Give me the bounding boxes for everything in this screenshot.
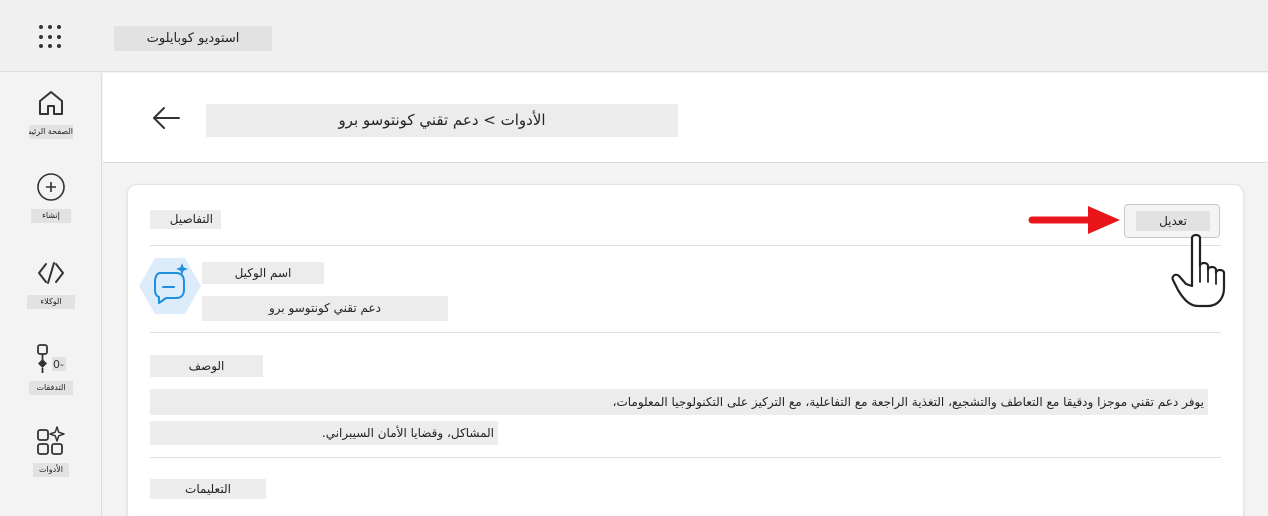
left-nav: الصفحة الرئيسية إنشاء الوكلاء 0- التدفقا… [0, 73, 102, 516]
edit-button-label: تعديل [1136, 211, 1210, 231]
svg-text:0-: 0- [53, 358, 64, 371]
edit-button[interactable]: تعديل [1124, 204, 1220, 238]
nav-label-home: الصفحة الرئيسية [29, 125, 73, 139]
divider [150, 457, 1221, 458]
divider [150, 245, 1221, 246]
app-launcher-icon[interactable] [38, 24, 64, 50]
app-title: استوديو كوبايلوت [114, 26, 272, 51]
instructions-title: التعليمات [150, 479, 266, 499]
nav-item-home[interactable]: الصفحة الرئيسية [0, 87, 102, 157]
arrow-left-icon[interactable] [149, 103, 183, 133]
breadcrumb: الأدوات > دعم تقني كونتوسو برو [206, 104, 678, 137]
create-icon [37, 173, 65, 201]
top-bar: استوديو كوبايلوت [0, 0, 1268, 72]
agent-name-label: اسم الوكيل [202, 262, 324, 284]
nav-label-create: إنشاء [31, 209, 71, 223]
nav-label-tools: الأدوات [33, 463, 69, 477]
page-header: الأدوات > دعم تقني كونتوسو برو [103, 73, 1268, 163]
flows-icon: 0- [37, 344, 66, 373]
details-card: التفاصيل تعديل اسم الوكيل دعم تقني كونتو… [127, 184, 1244, 516]
nav-label-flows: التدفقات [29, 381, 73, 395]
description-line-1: يوفر دعم تقني موجزا ودقيقا مع التعاطف وا… [150, 389, 1208, 415]
main-area: الأدوات > دعم تقني كونتوسو برو التفاصيل … [103, 73, 1268, 516]
divider [150, 332, 1221, 333]
agents-icon [38, 262, 64, 284]
nav-label-agents: الوكلاء [27, 295, 75, 309]
home-icon [39, 91, 63, 115]
tools-icon [37, 426, 65, 455]
chat-sparkle-icon [139, 258, 201, 314]
nav-item-create[interactable]: إنشاء [0, 171, 102, 241]
nav-item-tools[interactable]: الأدوات [0, 425, 102, 495]
agent-name-value: دعم تقني كونتوسو برو [202, 296, 448, 321]
nav-item-flows[interactable]: 0- التدفقات [0, 343, 102, 413]
description-title: الوصف [150, 355, 263, 377]
description-line-2: المشاكل، وقضايا الأمان السيبراني. [150, 421, 498, 445]
nav-item-agents[interactable]: الوكلاء [0, 257, 102, 327]
details-section-title: التفاصيل [150, 210, 221, 229]
